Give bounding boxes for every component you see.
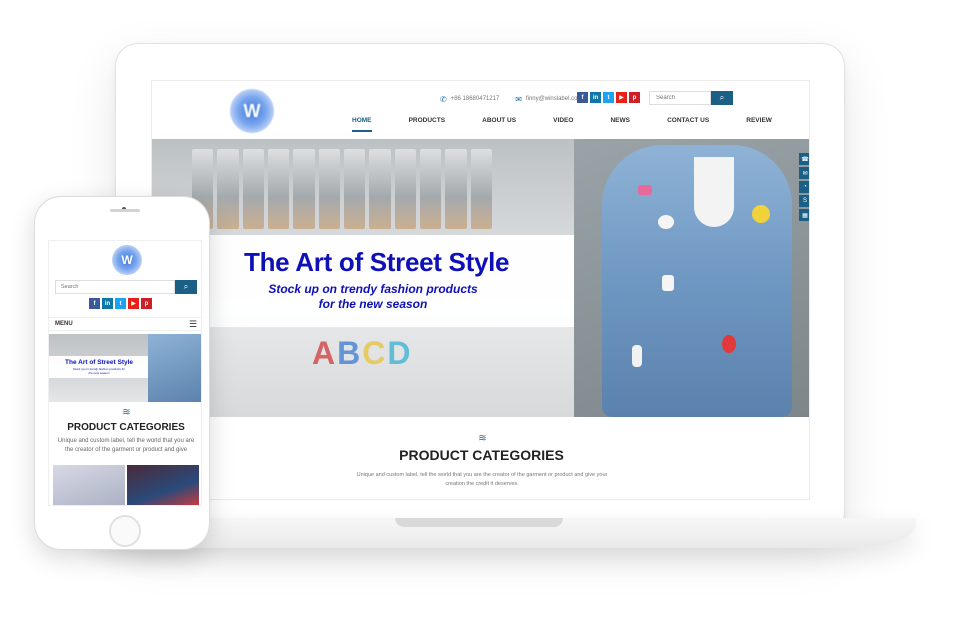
hero-subtitle: Stock up on trendy fashion products for … [268,282,478,312]
mobile-social-links: f in t ▶ p [89,298,152,309]
header-email[interactable]: finny@winslabel.com [526,96,582,102]
logo-glyph: W [243,100,261,121]
header-search: ⌕ [649,91,735,105]
menu-label: MENU [55,321,73,327]
category-thumbnail[interactable] [53,465,125,505]
header-social-links: f in t ▶ p [577,92,640,103]
phone-icon: ✆ [440,94,447,104]
hero-title: The Art of Street Style [244,247,510,277]
mobile-categories-title: PRODUCT CATEGORIES [67,422,185,433]
nav-news[interactable]: NEWS [610,117,630,132]
denim-jacket [602,145,792,417]
email-icon[interactable]: ✉ [799,167,809,179]
logo-glyph: W [121,253,133,267]
facebook-icon[interactable]: f [89,298,100,309]
mobile-hero-banner[interactable]: The Art of Street Style Stock up on tren… [49,334,201,402]
qrcode-icon[interactable]: ▦ [799,209,809,221]
pinterest-icon[interactable]: p [141,298,152,309]
mobile-screen: W ⌕ f in t ▶ p MENU ☰ The Art of Street … [48,240,202,506]
search-icon: ⌕ [719,93,725,102]
nav-contact-us[interactable]: CONTACT US [667,117,709,132]
categories-description: Unique and custom label, tell the world … [356,472,608,487]
wave-divider-icon: ≋ [122,407,130,418]
mobile-menu-bar[interactable]: MENU ☰ [49,317,201,331]
pinterest-icon[interactable]: p [629,92,640,103]
letter-d: D [387,335,411,371]
youtube-icon[interactable]: ▶ [616,92,627,103]
header-phone[interactable]: +86 18680471217 [451,96,500,102]
twitter-icon[interactable]: t [603,92,614,103]
hamburger-menu-icon[interactable]: ☰ [189,319,197,330]
embroidery-machine-image [192,149,492,229]
header-contact: ✆ +86 18680471217 ✉ finny@winslabel.com [440,93,582,105]
search-button[interactable]: ⌕ [711,91,733,105]
wave-divider-icon: ≋ [478,433,486,444]
youtube-icon[interactable]: ▶ [128,298,139,309]
letter-b: B [337,335,361,371]
mobile-site-logo[interactable]: W [112,245,142,275]
site-logo[interactable]: W [230,89,274,133]
desktop-screen: W ✆ +86 18680471217 ✉ finny@winslabel.co… [151,80,810,500]
nav-home[interactable]: HOME [352,117,372,132]
phone-home-button [109,515,141,547]
letter-c: C [362,335,386,371]
nav-review[interactable]: REVIEW [746,117,772,132]
hero-banner[interactable]: A B C D The Art of Street Style Stock up… [152,139,809,417]
floating-contact-toolbar: ☎ ✉ ◔ S ▦ [799,153,809,221]
linkedin-icon[interactable]: in [590,92,601,103]
mobile-categories-description: Unique and custom label, tell the world … [57,438,195,453]
hero-subtitle-line1: Stock up on trendy fashion products [268,282,478,296]
search-input[interactable] [649,91,711,105]
category-thumbnail[interactable] [127,465,199,505]
phone-speaker [110,209,140,212]
hero-jacket-image [574,139,809,417]
linkedin-icon[interactable]: in [102,298,113,309]
laptop-notch [395,518,563,527]
embroidered-letters: A B C D [312,335,410,372]
whatsapp-icon[interactable]: ◔ [799,181,809,193]
categories-title: PRODUCT CATEGORIES [399,447,564,463]
mobile-hero-jacket-image [148,334,201,402]
mobile-search-input[interactable] [55,280,175,294]
mobile-search: ⌕ [55,280,197,294]
mobile-search-button[interactable]: ⌕ [175,280,197,294]
twitter-icon[interactable]: t [115,298,126,309]
nav-about-us[interactable]: ABOUT US [482,117,516,132]
nav-video[interactable]: VIDEO [553,117,573,132]
letter-a: A [312,335,336,371]
facebook-icon[interactable]: f [577,92,588,103]
email-icon: ✉ [515,94,522,104]
mobile-hero-subtitle: Stock up on trendy fashion products for … [72,367,126,375]
hero-subtitle-line2: for the new season [318,297,428,311]
search-icon: ⌕ [183,282,189,291]
skype-icon[interactable]: S [799,195,809,207]
phone-icon[interactable]: ☎ [799,153,809,165]
main-nav: HOME PRODUCTS ABOUT US VIDEO NEWS CONTAC… [352,117,772,132]
mobile-hero-title: The Art of Street Style [65,359,134,366]
nav-products[interactable]: PRODUCTS [409,117,445,132]
